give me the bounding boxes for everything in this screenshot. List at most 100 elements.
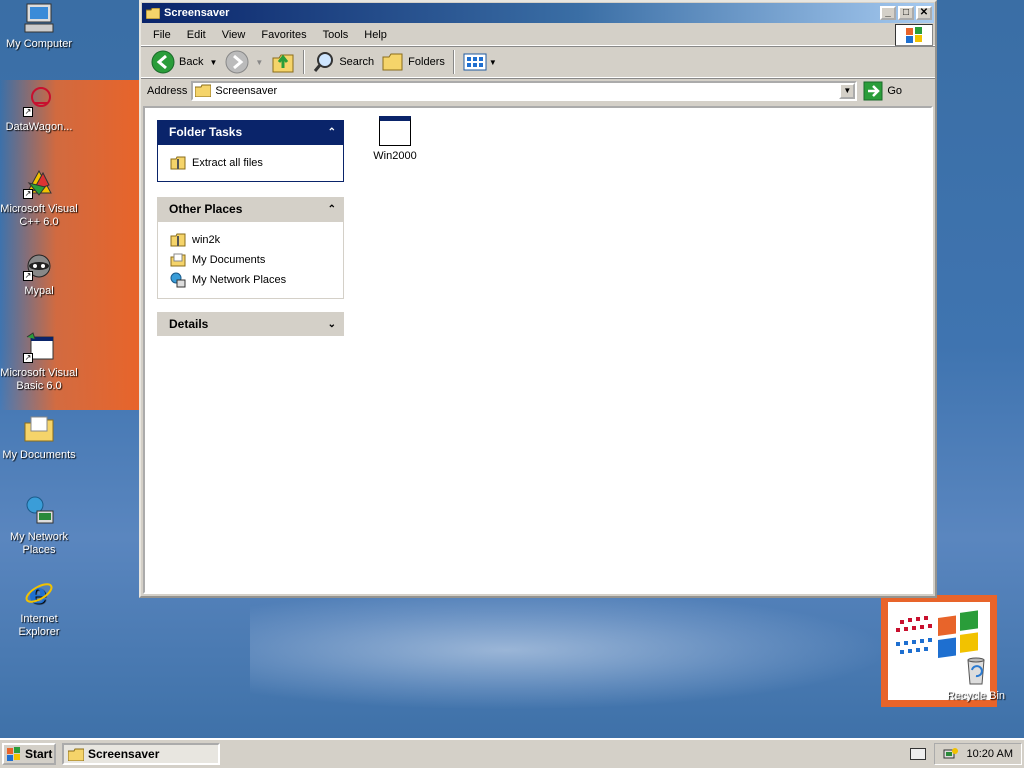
folder-tasks-header[interactable]: Folder Tasks ⌃ (157, 120, 344, 144)
internet-explorer-icon: e (23, 577, 55, 610)
shortcut-arrow-icon: ↗ (23, 189, 33, 199)
explorer-window: Screensaver _ □ ✕ File Edit View Favorit… (139, 0, 937, 598)
recycle-bin-icon (960, 654, 992, 686)
forward-arrow-icon (225, 50, 249, 74)
desktop-icon-visual-basic[interactable]: ↗ Microsoft Visual Basic 6.0 (0, 331, 78, 393)
folder-tasks-pane: Folder Tasks ⌃ Extract all files (157, 120, 344, 182)
file-name: Win2000 (373, 150, 417, 162)
other-place-win2k-link[interactable]: win2k (170, 230, 331, 250)
desktop-icon-label: My Network Places (9, 531, 69, 556)
start-label: Start (25, 747, 53, 761)
taskbar-item-label: Screensaver (88, 747, 160, 761)
keyboard-icon[interactable] (909, 748, 926, 760)
network-places-icon (23, 495, 55, 527)
desktop-icon-label: DataWagon... (5, 121, 73, 133)
window-title: Screensaver (164, 7, 230, 19)
standard-toolbar: Back ▼ ▼ Search Folders ▼ (141, 46, 935, 78)
toolbar-separator (452, 50, 455, 74)
forward-dropdown-icon[interactable]: ▼ (255, 58, 263, 67)
go-button[interactable]: Go (863, 81, 902, 101)
back-label: Back (179, 56, 204, 68)
menu-favorites[interactable]: Favorites (253, 27, 314, 43)
windows-flag-icon (906, 26, 922, 43)
address-dropdown-button[interactable]: ▼ (839, 82, 856, 99)
zip-folder-icon (170, 233, 186, 247)
extract-all-files-link[interactable]: Extract all files (170, 153, 331, 173)
folder-tasks-body: Extract all files (157, 144, 344, 182)
folder-tasks-title: Folder Tasks (169, 125, 243, 139)
go-label: Go (887, 84, 903, 97)
menu-bar: File Edit View Favorites Tools Help (141, 23, 935, 46)
network-tray-icon[interactable] (943, 746, 959, 762)
desktop-icon-label: Microsoft Visual C++ 6.0 (0, 203, 78, 228)
menu-help[interactable]: Help (356, 27, 395, 43)
visual-basic-icon: ↗ (23, 331, 55, 363)
window-titlebar[interactable]: Screensaver _ □ ✕ (142, 3, 934, 23)
close-button[interactable]: ✕ (916, 6, 932, 20)
other-places-header[interactable]: Other Places ⌃ (157, 197, 344, 221)
collapse-chevron-icon[interactable]: ⌃ (328, 204, 336, 215)
up-folder-icon (272, 54, 294, 73)
desktop-icon-mypal[interactable]: ↗ Mypal (0, 249, 78, 298)
desktop-icon-label: Internet Explorer (18, 613, 60, 638)
address-value: Screensaver (215, 84, 278, 97)
back-arrow-icon (151, 50, 175, 74)
folder-icon (146, 7, 160, 19)
shortcut-arrow-icon: ↗ (23, 271, 33, 281)
desktop-wallpaper-clouds (250, 590, 890, 710)
menu-file[interactable]: File (145, 27, 179, 43)
details-header[interactable]: Details ⌄ (157, 312, 344, 336)
other-places-body: win2k My Documents My Network Places (157, 221, 344, 299)
network-places-icon (170, 272, 186, 288)
desktop-icon-visual-cpp[interactable]: ↗ Microsoft Visual C++ 6.0 (0, 167, 78, 229)
menu-view[interactable]: View (214, 27, 254, 43)
desktop-icon-label: My Computer (5, 38, 73, 50)
minimize-button[interactable]: _ (880, 6, 896, 20)
other-place-my-network-places-link[interactable]: My Network Places (170, 270, 331, 290)
up-folder-button[interactable] (267, 48, 299, 76)
clock[interactable]: 10:20 AM (967, 748, 1013, 760)
taskbar-item-screensaver[interactable]: Screensaver (62, 743, 220, 765)
desktop-icon-recycle-bin[interactable]: Recycle Bin (936, 654, 1016, 703)
views-dropdown-icon[interactable]: ▼ (489, 58, 497, 67)
search-icon (314, 52, 334, 72)
expand-chevron-icon[interactable]: ⌄ (328, 319, 336, 330)
shortcut-arrow-icon: ↗ (23, 353, 33, 363)
desktop-icon-my-computer[interactable]: My Computer (0, 2, 78, 51)
other-place-label: win2k (192, 234, 221, 246)
start-button[interactable]: Start (2, 743, 56, 765)
menu-tools[interactable]: Tools (315, 27, 357, 43)
other-place-my-documents-link[interactable]: My Documents (170, 250, 331, 270)
views-button[interactable]: ▼ (459, 50, 501, 74)
desktop-icon-label: Recycle Bin (946, 690, 1006, 702)
toolbar-separator (303, 50, 306, 74)
forward-button[interactable]: ▼ (221, 48, 267, 76)
desktop-icon-my-network-places[interactable]: My Network Places (0, 495, 78, 557)
file-item-win2000[interactable]: Win2000 (367, 116, 423, 162)
folders-icon (382, 53, 403, 71)
desktop-icon-datawagon[interactable]: ↗ DataWagon... (0, 85, 78, 134)
back-button[interactable]: Back ▼ (147, 48, 221, 76)
my-documents-icon (170, 253, 186, 267)
folder-icon (195, 84, 212, 97)
folders-button[interactable]: Folders (378, 50, 449, 74)
collapse-chevron-icon[interactable]: ⌃ (328, 127, 336, 138)
folder-icon (68, 748, 84, 761)
my-documents-icon (23, 413, 55, 445)
views-icon (463, 53, 487, 71)
datawagon-icon: ↗ (23, 85, 55, 117)
menu-edit[interactable]: Edit (179, 27, 214, 43)
desktop-icon-label: Mypal (24, 285, 54, 297)
search-button[interactable]: Search (309, 49, 378, 75)
desktop-icon-label: Microsoft Visual Basic 6.0 (0, 367, 78, 392)
address-label: Address (147, 84, 188, 97)
back-dropdown-icon[interactable]: ▼ (209, 58, 217, 67)
folder-content-area[interactable]: Folder Tasks ⌃ Extract all files Other P… (143, 106, 933, 594)
zip-folder-icon (170, 156, 186, 170)
desktop-icon-internet-explorer[interactable]: e Internet Explorer (0, 577, 78, 639)
address-input[interactable]: Screensaver ▼ (191, 80, 858, 101)
maximize-button[interactable]: □ (898, 6, 914, 20)
throbber (895, 23, 933, 46)
other-place-label: My Documents (192, 254, 266, 266)
desktop-icon-my-documents[interactable]: My Documents (0, 413, 78, 462)
